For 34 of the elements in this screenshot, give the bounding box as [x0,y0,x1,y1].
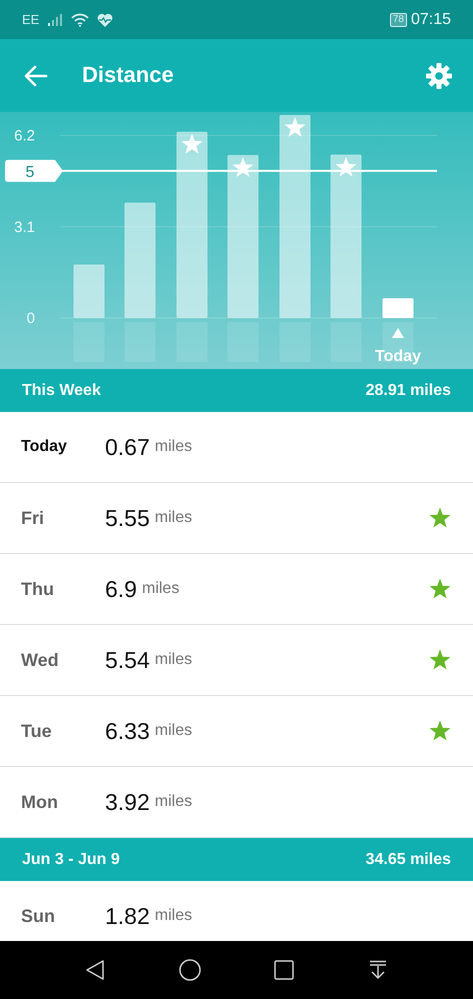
battery-indicator: 78 [390,12,407,26]
goal-label: 5 [26,164,34,181]
unit-label: miles [154,508,192,528]
distance-value: 6.9 [105,574,137,604]
carrier-label: EE [22,10,40,29]
unit-label: miles [154,650,192,670]
unit-label: miles [154,437,192,457]
day-label: Fri [21,506,46,530]
unit-label: miles [154,721,192,741]
status-time: 07:15 [410,10,451,30]
unit-label: miles [154,792,192,812]
unit-label: miles [154,906,192,926]
distance-value: 6.33 [105,716,150,746]
day-label: Tue [21,720,53,742]
screen-title: Distance [82,62,174,89]
day-label: Wed [21,648,60,672]
distance-value: 3.92 [105,788,150,817]
axis-tick-label: 6.2 [14,128,35,145]
distance-value: 5.55 [105,504,150,533]
distance-value: 1.82 [105,902,150,931]
axis-tick-label: 3.1 [14,218,35,236]
unit-label: miles [142,579,180,599]
axis-tick-label: 0 [26,310,35,327]
day-label: Thu [21,578,55,600]
day-label: Mon [21,790,59,814]
section-title: This Week [22,380,101,400]
section-title: Jun 3 - Jun 9 [22,850,120,870]
section-total: 28.91 miles [366,380,451,400]
section-total: 34.65 miles [366,850,451,870]
today-label: Today [375,348,421,365]
distance-value: 5.54 [105,646,150,675]
day-label: Today [21,437,68,457]
day-label: Sun [21,904,56,928]
distance-value: 0.67 [105,432,150,462]
